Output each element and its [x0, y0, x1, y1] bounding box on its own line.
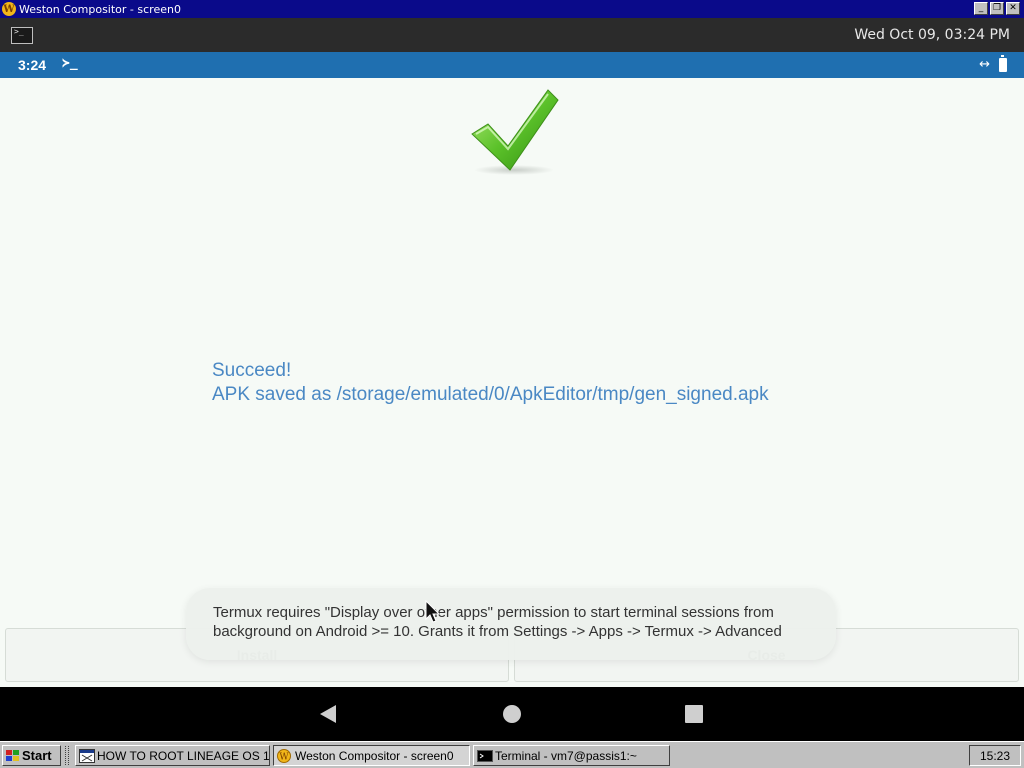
toast-line-2: background on Android >= 10. Grants it f… [213, 623, 782, 640]
task-weston-label: Weston Compositor - screen0 [295, 748, 454, 763]
result-title: Succeed! [212, 360, 292, 381]
mouse-cursor-icon [425, 600, 441, 623]
taskbar-grip [65, 746, 69, 765]
browser-icon [79, 748, 95, 763]
toast-message: Termux requires "Display over other apps… [186, 588, 836, 660]
weston-app-icon: W [2, 2, 16, 16]
battery-icon [999, 55, 1007, 72]
android-nav-bar [0, 687, 1024, 741]
minimize-button[interactable]: _ [974, 2, 988, 15]
home-icon[interactable] [503, 705, 521, 723]
window-title: Weston Compositor - screen0 [19, 2, 181, 16]
taskbar: Start HOW TO ROOT LINEAGE OS 1... W West… [0, 741, 1024, 768]
window-titlebar[interactable]: W Weston Compositor - screen0 _ ❐ ✕ [0, 0, 1024, 18]
start-label: Start [22, 748, 52, 763]
app-content: Succeed! APK saved as /storage/emulated/… [0, 78, 1024, 687]
back-icon[interactable] [320, 705, 336, 723]
terminal-launcher-icon[interactable]: >_ [11, 27, 33, 44]
task-browser-label: HOW TO ROOT LINEAGE OS 1... [97, 748, 270, 763]
start-icon [6, 749, 19, 761]
result-path: APK saved as /storage/emulated/0/ApkEdit… [212, 384, 769, 405]
maximize-button[interactable]: ❐ [990, 2, 1004, 15]
svg-text:W: W [279, 752, 289, 762]
toast-line-1: Termux requires "Display over other apps… [213, 604, 774, 621]
android-status-bar: 3:24 ≻_ ↔ [0, 52, 1024, 78]
check-icon [471, 89, 559, 175]
weston-panel: >_ Wed Oct 09, 03:24 PM [0, 18, 1024, 52]
close-button[interactable]: ✕ [1006, 2, 1020, 15]
sync-icon: ↔ [979, 57, 990, 72]
recents-icon[interactable] [685, 705, 703, 723]
task-browser[interactable]: HOW TO ROOT LINEAGE OS 1... [75, 745, 270, 766]
window-controls: _ ❐ ✕ [974, 2, 1020, 15]
termux-prompt-icon: ≻_ [62, 56, 78, 71]
weston-icon: W [277, 748, 291, 763]
result-message: Succeed! APK saved as /storage/emulated/… [212, 359, 769, 407]
start-button[interactable]: Start [2, 745, 61, 766]
task-weston[interactable]: W Weston Compositor - screen0 [273, 745, 470, 766]
task-terminal-label: Terminal - vm7@passis1:~ [495, 748, 637, 763]
tray-clock: 15:23 [969, 745, 1021, 766]
terminal-icon [477, 749, 493, 762]
status-time: 3:24 [18, 57, 47, 73]
panel-clock: Wed Oct 09, 03:24 PM [854, 27, 1010, 43]
task-terminal[interactable]: Terminal - vm7@passis1:~ [473, 745, 670, 766]
